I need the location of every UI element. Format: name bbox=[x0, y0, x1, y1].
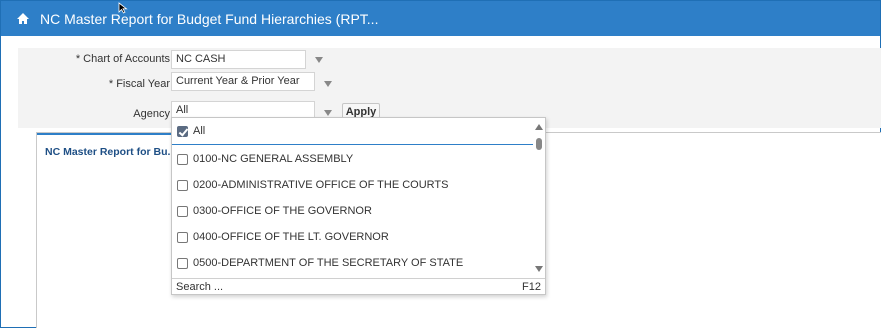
mouse-cursor-icon bbox=[118, 2, 128, 14]
fiscal-year-label: * Fiscal Year bbox=[108, 78, 170, 90]
option-checkbox[interactable] bbox=[177, 231, 188, 243]
option-checkbox[interactable] bbox=[177, 205, 188, 217]
agency-label: Agency bbox=[133, 108, 170, 120]
option-label: 0300-OFFICE OF THE GOVERNOR bbox=[193, 205, 372, 217]
option-checkbox[interactable] bbox=[177, 179, 188, 191]
scroll-up-icon[interactable] bbox=[535, 124, 543, 130]
dropdown-search[interactable]: Search ... F12 bbox=[172, 278, 545, 295]
dropdown-option[interactable]: 0500-DEPARTMENT OF THE SECRETARY OF STAT… bbox=[172, 250, 535, 276]
chart-of-accounts-label: * Chart of Accounts bbox=[75, 53, 170, 65]
scrollbar-thumb[interactable] bbox=[536, 138, 542, 150]
agency-dropdown-icon[interactable] bbox=[324, 110, 332, 116]
fiscal-year-select[interactable]: Current Year & Prior Year bbox=[171, 72, 315, 91]
option-label: 0100-NC GENERAL ASSEMBLY bbox=[193, 153, 354, 165]
dropdown-option[interactable]: 0300-OFFICE OF THE GOVERNOR bbox=[172, 198, 535, 224]
dropdown-option[interactable]: 0100-NC GENERAL ASSEMBLY bbox=[172, 146, 535, 172]
fiscal-year-value: Current Year & Prior Year bbox=[176, 75, 300, 87]
report-tab-label: NC Master Report for Bu... bbox=[45, 146, 177, 158]
page-title: NC Master Report for Budget Fund Hierarc… bbox=[40, 10, 379, 27]
dropdown-option[interactable]: 0400-OFFICE OF THE LT. GOVERNOR bbox=[172, 224, 535, 250]
report-tab[interactable]: NC Master Report for Bu... bbox=[37, 133, 185, 163]
dropdown-option-all[interactable]: All bbox=[172, 118, 535, 145]
chart-of-accounts-select[interactable]: NC CASH bbox=[171, 50, 306, 69]
dropdown-option[interactable]: 0200-ADMINISTRATIVE OFFICE OF THE COURTS bbox=[172, 172, 535, 198]
all-checkbox[interactable] bbox=[177, 125, 188, 137]
fiscal-year-dropdown-icon[interactable] bbox=[324, 81, 332, 87]
option-checkbox[interactable] bbox=[177, 257, 188, 269]
chart-of-accounts-dropdown-icon[interactable] bbox=[315, 57, 323, 63]
option-checkbox[interactable] bbox=[177, 153, 188, 165]
scroll-down-icon[interactable] bbox=[535, 266, 543, 272]
option-label: 0200-ADMINISTRATIVE OFFICE OF THE COURTS bbox=[193, 179, 449, 191]
option-label: 0400-OFFICE OF THE LT. GOVERNOR bbox=[193, 231, 389, 243]
all-option-label: All bbox=[193, 125, 206, 137]
agency-value: All bbox=[176, 104, 189, 116]
search-link[interactable]: Search ... bbox=[176, 281, 223, 293]
chart-of-accounts-value: NC CASH bbox=[176, 53, 226, 65]
home-icon[interactable] bbox=[16, 12, 30, 26]
header-bar: NC Master Report for Budget Fund Hierarc… bbox=[1, 1, 880, 36]
agency-dropdown-list: All 0100-NC GENERAL ASSEMBLY 0200-ADMINI… bbox=[171, 117, 546, 295]
option-label: 0500-DEPARTMENT OF THE SECRETARY OF STAT… bbox=[193, 257, 464, 269]
dropdown-scrollbar[interactable] bbox=[533, 118, 545, 278]
search-shortcut: F12 bbox=[522, 281, 541, 293]
